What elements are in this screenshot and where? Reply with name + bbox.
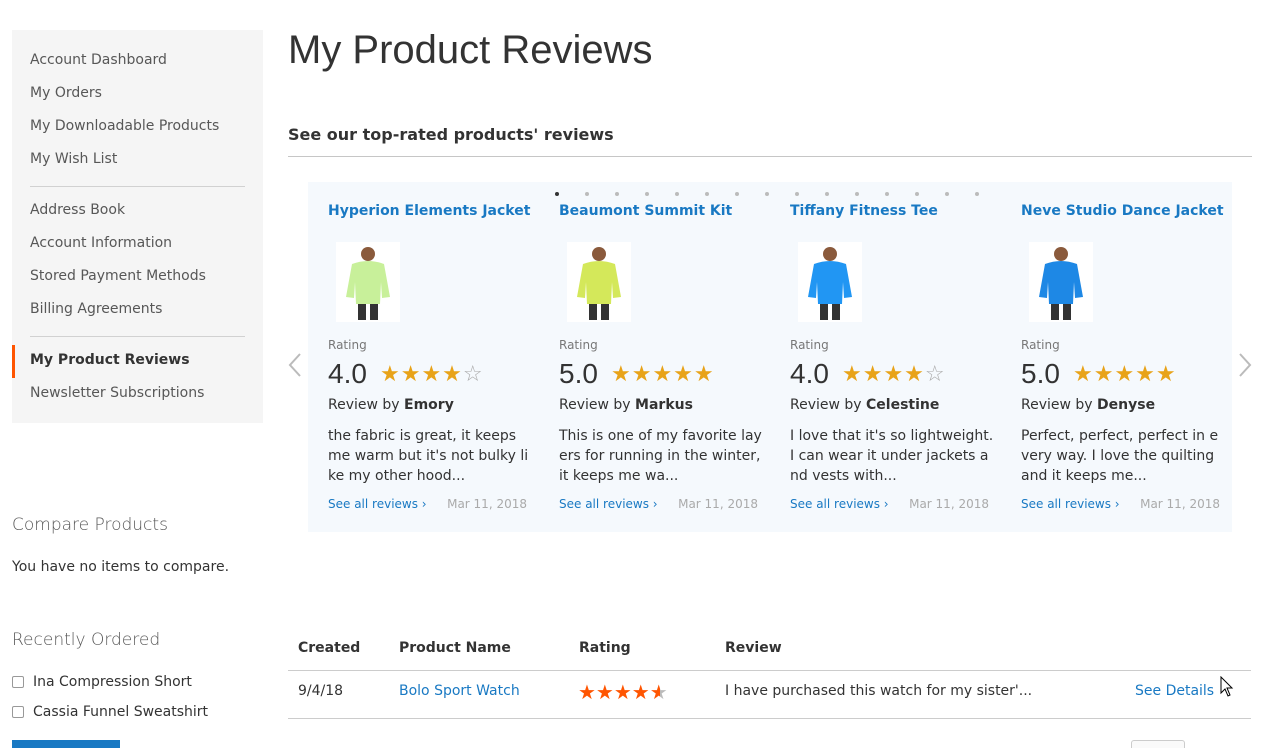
product-name-link[interactable]: Tiffany Fitness Tee [790,203,938,219]
product-image[interactable] [1029,242,1093,322]
item-checkbox[interactable] [12,706,24,718]
col-review: Review [725,640,782,656]
review-excerpt: I love that it's so lightweight. I can w… [790,428,994,484]
product-name-link[interactable]: Neve Studio Dance Jacket [1021,203,1224,219]
review-card: Beaumont Summit Kit Rating 5.0 ★★★★★ Review … [559,182,770,522]
section-divider [288,156,1252,157]
see-all-reviews-link[interactable]: See all reviews › [1021,497,1120,511]
nav-stored-payment-methods[interactable]: Stored Payment Methods [12,261,263,294]
compare-products-title: Compare Products [12,515,168,535]
author-name: Denyse [1097,397,1156,413]
star-half-icon: ★ [649,680,668,704]
nav-address-book[interactable]: Address Book [12,195,263,228]
compare-empty-message: You have no items to compare. [12,559,230,575]
see-details-link[interactable]: See Details [1135,683,1214,699]
review-excerpt: This is one of my favorite layers for ru… [559,428,762,484]
review-by-label: Review by [790,397,862,413]
recently-ordered-item-name: Cassia Funnel Sweatshirt [33,704,209,720]
item-checkbox[interactable] [12,676,24,688]
see-all-reviews-link[interactable]: See all reviews › [328,497,427,511]
row-created: 9/4/18 [298,683,344,699]
star-icon: ★★★★★ [1073,362,1177,387]
rating-label: Rating [559,338,598,352]
rating-score: 4.0 [328,358,367,389]
product-image[interactable] [798,242,862,322]
cursor-icon [1220,676,1234,697]
review-author: Review by Emory [328,397,454,413]
see-all-reviews-link[interactable]: See all reviews › [559,497,658,511]
review-date: Mar 11, 2018 [909,497,989,511]
recently-ordered-item-name: Ina Compression Short [33,674,192,690]
author-name: Markus [635,397,693,413]
chevron-right-icon[interactable] [1236,350,1254,380]
review-date: Mar 11, 2018 [447,497,527,511]
review-date: Mar 11, 2018 [678,497,758,511]
product-name-link[interactable]: Hyperion Elements Jacket [328,203,530,219]
nav-divider [30,336,245,337]
nav-billing-agreements[interactable]: Billing Agreements [12,294,263,327]
star-icon: ★★★★ [578,680,650,704]
account-sidebar: Account Dashboard My Orders My Downloada… [12,30,263,423]
product-image[interactable] [336,242,400,322]
recently-ordered-item[interactable]: Ina Compression Short [12,674,192,690]
nav-my-product-reviews[interactable]: My Product Reviews [12,345,263,378]
rating-label: Rating [328,338,367,352]
rating-score: 4.0 [790,358,829,389]
review-by-label: Review by [1021,397,1093,413]
star-icon: ★★★★☆ [380,362,484,387]
nav-account-dashboard[interactable]: Account Dashboard [12,45,263,78]
author-name: Emory [404,397,454,413]
rating-label: Rating [1021,338,1060,352]
review-author: Review by Celestine [790,397,939,413]
recently-ordered-title: Recently Ordered [12,630,161,650]
col-rating: Rating [579,640,631,656]
chevron-left-icon[interactable] [286,350,304,380]
rating-score: 5.0 [559,358,598,389]
nav-downloadable-products[interactable]: My Downloadable Products [12,111,263,144]
row-rating-stars: ★★★★★ [578,680,668,704]
product-name-link[interactable]: Beaumont Summit Kit [559,203,732,219]
recently-ordered-item[interactable]: Cassia Funnel Sweatshirt [12,704,208,720]
col-product-name: Product Name [399,640,511,656]
see-all-reviews-link[interactable]: See all reviews › [790,497,889,511]
review-excerpt: Perfect, perfect, perfect in every way. … [1021,428,1219,484]
review-date: Mar 11, 2018 [1140,497,1220,511]
review-author: Review by Markus [559,397,693,413]
review-card: Tiffany Fitness Tee Rating 4.0 ★★★★☆ Review … [790,182,1001,522]
row-review-text: I have purchased this watch for my siste… [725,683,1033,699]
author-name: Celestine [866,397,940,413]
nav-divider [30,186,245,187]
rating-score: 5.0 [1021,358,1060,389]
nav-account-information[interactable]: Account Information [12,228,263,261]
col-created: Created [298,640,361,656]
row-product-link[interactable]: Bolo Sport Watch [399,683,520,699]
nav-newsletter-subscriptions[interactable]: Newsletter Subscriptions [12,378,263,411]
product-image[interactable] [567,242,631,322]
nav-wish-list[interactable]: My Wish List [12,144,263,177]
review-by-label: Review by [559,397,631,413]
review-excerpt: the fabric is great, it keeps me warm bu… [328,428,529,484]
carousel-title: See our top-rated products' reviews [288,125,614,144]
star-icon: ★★★★★ [611,362,715,387]
table-header-rule [288,670,1251,671]
star-icon: ★★★★☆ [842,362,946,387]
rating-label: Rating [790,338,829,352]
review-author: Review by Denyse [1021,397,1155,413]
review-card: Neve Studio Dance Jacket Rating 5.0 ★★★★★ Re… [1021,182,1232,522]
pager-button[interactable] [1131,740,1185,748]
table-row-rule [288,718,1251,719]
page-title: My Product Reviews [288,28,653,72]
nav-my-orders[interactable]: My Orders [12,78,263,111]
review-card: Hyperion Elements Jacket Rating 4.0 ★★★★☆ Re… [328,182,539,522]
review-by-label: Review by [328,397,400,413]
add-to-cart-button[interactable] [12,740,120,748]
